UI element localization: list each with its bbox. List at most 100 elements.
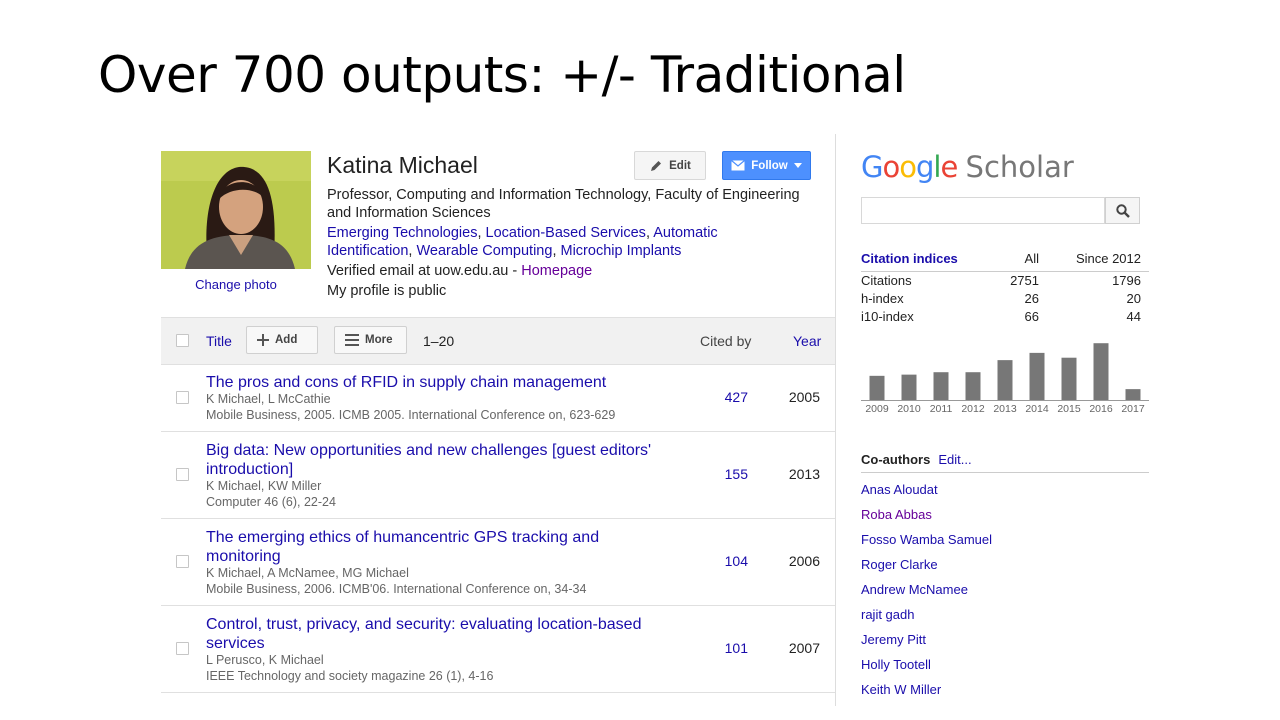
chart-year-label: 2016 (1089, 403, 1113, 415)
article-authors: L Perusco, K Michael (206, 653, 324, 667)
article-authors: K Michael, L McCathie (206, 392, 331, 406)
article-row: The pros and cons of RFID in supply chai… (161, 364, 835, 432)
sort-by-year[interactable]: Year (793, 333, 821, 349)
citation-indices-title[interactable]: Citation indices (861, 251, 958, 266)
results-range: 1–20 (423, 333, 455, 349)
article-cited-count[interactable]: 155 (711, 466, 748, 482)
google-scholar-logo[interactable]: Google Scholar (861, 150, 1074, 184)
chart-bar[interactable] (1125, 389, 1141, 400)
coauthor-link[interactable]: Fosso Wamba Samuel (861, 532, 992, 547)
chart-bar[interactable] (1029, 352, 1045, 400)
metric-label: h-index (861, 291, 904, 306)
chevron-down-icon (793, 163, 802, 168)
profile-photo-image (161, 151, 311, 269)
scholar-screenshot: Change photo Katina Michael Professor, C… (161, 134, 1150, 706)
interest-link[interactable]: Wearable Computing (416, 243, 552, 259)
profile-name: Katina Michael (327, 152, 478, 178)
scholar-search-input[interactable] (861, 197, 1105, 224)
more-button[interactable]: More (334, 326, 407, 354)
logo-letter: g (915, 150, 934, 184)
article-checkbox[interactable] (176, 468, 189, 481)
chart-bar[interactable] (965, 372, 981, 400)
article-checkbox[interactable] (176, 642, 189, 655)
metric-all: 66 (1024, 309, 1039, 324)
profile-affiliation: Professor, Computing and Information Tec… (327, 187, 800, 221)
edit-profile-button[interactable]: Edit (634, 151, 706, 180)
article-checkbox[interactable] (176, 555, 189, 568)
envelope-icon (731, 160, 746, 171)
article-row: The emerging ethics of humancentric GPS … (161, 519, 835, 606)
article-title[interactable]: The pros and cons of RFID in supply chai… (206, 373, 666, 392)
article-cited-count[interactable]: 101 (711, 640, 748, 656)
add-label: Add (275, 334, 298, 346)
chart-year-label: 2013 (993, 403, 1017, 415)
article-venue: Mobile Business, 2006. ICMB'06. Internat… (206, 582, 587, 596)
citation-row-h-index: h-index 26 20 (861, 291, 1149, 309)
chart-bar[interactable] (1061, 357, 1077, 400)
col-since: Since 2012 (1075, 251, 1141, 266)
article-title[interactable]: The emerging ethics of humancentric GPS … (206, 528, 626, 566)
coauthor-link[interactable]: Holly Tootell (861, 657, 931, 672)
select-all-checkbox[interactable] (176, 334, 189, 347)
scholar-wordmark: Scholar (965, 150, 1074, 184)
verified-email-text: Verified email at uow.edu.au (327, 263, 509, 279)
coauthor-link[interactable]: Jeremy Pitt (861, 632, 926, 647)
profile-interests: Emerging Technologies, Location-Based Se… (327, 225, 718, 259)
edit-label: Edit (669, 159, 691, 172)
plus-icon (257, 334, 269, 346)
coauthor-link[interactable]: Keith W Miller (861, 682, 941, 697)
article-authors: K Michael, A McNamee, MG Michael (206, 566, 409, 580)
article-year: 2007 (788, 640, 820, 656)
change-photo-link[interactable]: Change photo (161, 277, 311, 292)
metric-since: 20 (1126, 291, 1141, 306)
follow-button[interactable]: Follow (722, 151, 811, 180)
homepage-link[interactable]: Homepage (521, 263, 592, 279)
citation-row-citations: Citations 2751 1796 (861, 273, 1149, 291)
article-year: 2005 (788, 389, 820, 405)
article-checkbox[interactable] (176, 391, 189, 404)
coauthor-link[interactable]: Roba Abbas (861, 507, 932, 522)
edit-coauthors-link[interactable]: Edit... (938, 452, 971, 467)
profile-public-status: My profile is public (327, 283, 447, 299)
article-venue: Mobile Business, 2005. ICMB 2005. Intern… (206, 408, 616, 422)
sort-by-title[interactable]: Title (206, 333, 232, 349)
slide-title: Over 700 outputs: +/- Traditional (98, 46, 906, 104)
chart-bar[interactable] (1093, 343, 1109, 400)
citations-per-year-chart: 2009 2010 2011 2012 2013 2014 2015 2016 2017 (861, 343, 1149, 415)
citation-row-i10-index: i10-index 66 44 (861, 309, 1149, 327)
interest-link[interactable]: Location-Based Services (486, 225, 646, 241)
article-venue: Computer 46 (6), 22-24 (206, 495, 336, 509)
chart-bar[interactable] (869, 375, 885, 400)
citation-indices-header: Citation indices All Since 2012 (861, 251, 1149, 272)
follow-label: Follow (751, 159, 788, 172)
pane-divider (835, 134, 836, 706)
profile-photo[interactable] (161, 151, 311, 269)
chart-bar[interactable] (933, 372, 949, 400)
email-separator: - (508, 263, 522, 279)
coauthor-link[interactable]: Roger Clarke (861, 557, 938, 572)
articles-toolbar: Title Add More 1–20 Cited by Year (161, 317, 835, 365)
article-cited-count[interactable]: 427 (711, 389, 748, 405)
article-venue: IEEE Technology and society magazine 26 … (206, 669, 494, 683)
col-all: All (1024, 251, 1039, 266)
article-cited-count[interactable]: 104 (711, 553, 748, 569)
metric-since: 44 (1126, 309, 1141, 324)
chart-bar[interactable] (997, 360, 1013, 400)
article-title[interactable]: Big data: New opportunities and new chal… (206, 441, 666, 479)
article-year: 2013 (788, 466, 820, 482)
coauthor-link[interactable]: Andrew McNamee (861, 582, 968, 597)
search-icon (1115, 203, 1130, 218)
add-button[interactable]: Add (246, 326, 318, 354)
logo-letter: G (861, 150, 884, 184)
pencil-icon (651, 160, 662, 171)
interest-link[interactable]: Microchip Implants (561, 243, 682, 259)
coauthor-link[interactable]: Anas Aloudat (861, 482, 938, 497)
more-label: More (365, 334, 393, 346)
coauthor-link[interactable]: rajit gadh (861, 607, 914, 622)
article-row: Control, trust, privacy, and security: e… (161, 606, 835, 693)
article-title[interactable]: Control, trust, privacy, and security: e… (206, 615, 656, 653)
chart-year-label: 2012 (961, 403, 985, 415)
search-button[interactable] (1105, 197, 1140, 224)
interest-link[interactable]: Emerging Technologies (327, 225, 477, 241)
chart-bar[interactable] (901, 374, 917, 400)
